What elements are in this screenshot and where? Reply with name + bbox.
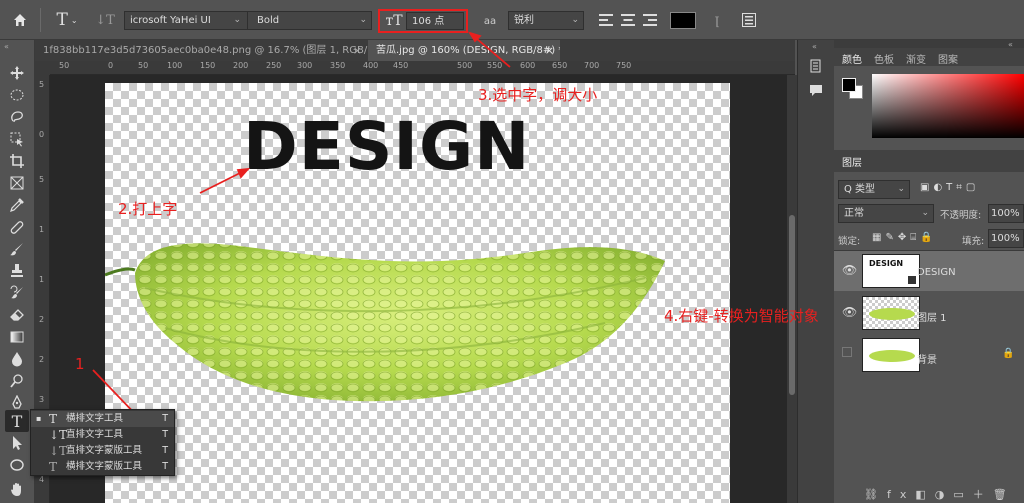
- lock-icon: 🔒: [1002, 348, 1015, 359]
- layer-row-design[interactable]: 👁 DESIGN DESIGN: [834, 251, 1024, 291]
- layer-thumbnail: DESIGN: [862, 254, 920, 288]
- visibility-toggle-off[interactable]: [842, 347, 852, 357]
- opacity-field[interactable]: 100%: [988, 204, 1024, 223]
- opacity-label: 不透明度:: [940, 210, 982, 221]
- layer-thumbnail: [862, 296, 920, 330]
- annotation-step1: 1: [75, 355, 85, 373]
- horizontal-type-mask-icon: T: [49, 460, 58, 474]
- layers-bottom-icons[interactable]: ⛓fx◧◑▭＋🗑: [864, 486, 1024, 502]
- panel-icon-strip: «: [797, 40, 834, 503]
- lock-icons[interactable]: ▦✎✥⌸🔒: [872, 232, 937, 243]
- tab-patterns[interactable]: 图案: [938, 51, 958, 66]
- foreground-color-swatch[interactable]: [842, 78, 856, 92]
- layers-panel-title[interactable]: 图层: [842, 154, 862, 169]
- layer-filter-dropdown[interactable]: Q 类型 ⌄: [838, 180, 910, 199]
- lock-label: 锁定:: [838, 236, 861, 247]
- type-tool-flyout: ▪ T 横排文字工具 T ↓T 直排文字工具 T ↓T 直排文字蒙版工具 T T…: [30, 409, 175, 476]
- flyout-horizontal-type-tool[interactable]: ▪ T 横排文字工具 T: [31, 411, 174, 427]
- tab-swatches[interactable]: 色板: [874, 51, 894, 66]
- annotation-step2: 2.打上字: [118, 200, 178, 218]
- tab-gradients[interactable]: 渐变: [906, 51, 926, 66]
- vertical-type-mask-icon: ↓T: [49, 444, 68, 458]
- flyout-vertical-type-tool[interactable]: ↓T 直排文字工具 T: [31, 427, 174, 443]
- blend-mode-dropdown[interactable]: 正常 ⌄: [838, 204, 934, 223]
- layer-name[interactable]: DESIGN: [917, 267, 956, 278]
- fill-label: 填充:: [962, 236, 985, 247]
- layer-filter-icons[interactable]: ▣◐T⌗▢: [920, 182, 979, 193]
- flyout-vertical-type-mask-tool[interactable]: ↓T 直排文字蒙版工具 T: [31, 443, 174, 459]
- visibility-eye-icon[interactable]: 👁: [842, 305, 857, 319]
- flyout-horizontal-type-mask-tool[interactable]: T 横排文字蒙版工具 T: [31, 459, 174, 475]
- layer-row-layer1[interactable]: 👁 图层 1: [834, 293, 1024, 333]
- visibility-eye-icon[interactable]: 👁: [842, 263, 857, 277]
- color-picker-field[interactable]: [872, 74, 1024, 138]
- layer-name[interactable]: 背景: [917, 351, 937, 366]
- comments-panel-icon[interactable]: [808, 82, 824, 101]
- history-panel-icon[interactable]: [808, 58, 824, 77]
- annotation-step4: 4.右键-转换为智能对象: [664, 307, 819, 325]
- layer-thumbnail: [862, 338, 920, 372]
- annotation-step3: 3.选中字，调大小: [478, 86, 598, 104]
- smart-object-badge-icon: [907, 275, 917, 285]
- tab-color[interactable]: 颜色: [842, 51, 862, 66]
- horizontal-type-icon: T: [49, 412, 58, 426]
- fill-field[interactable]: 100%: [988, 229, 1024, 248]
- layer-name[interactable]: 图层 1: [917, 309, 947, 324]
- expand-arrows-icon[interactable]: «: [812, 42, 817, 51]
- layer-row-background[interactable]: 背景 🔒: [834, 335, 1024, 375]
- vertical-type-icon: ↓T: [49, 428, 68, 442]
